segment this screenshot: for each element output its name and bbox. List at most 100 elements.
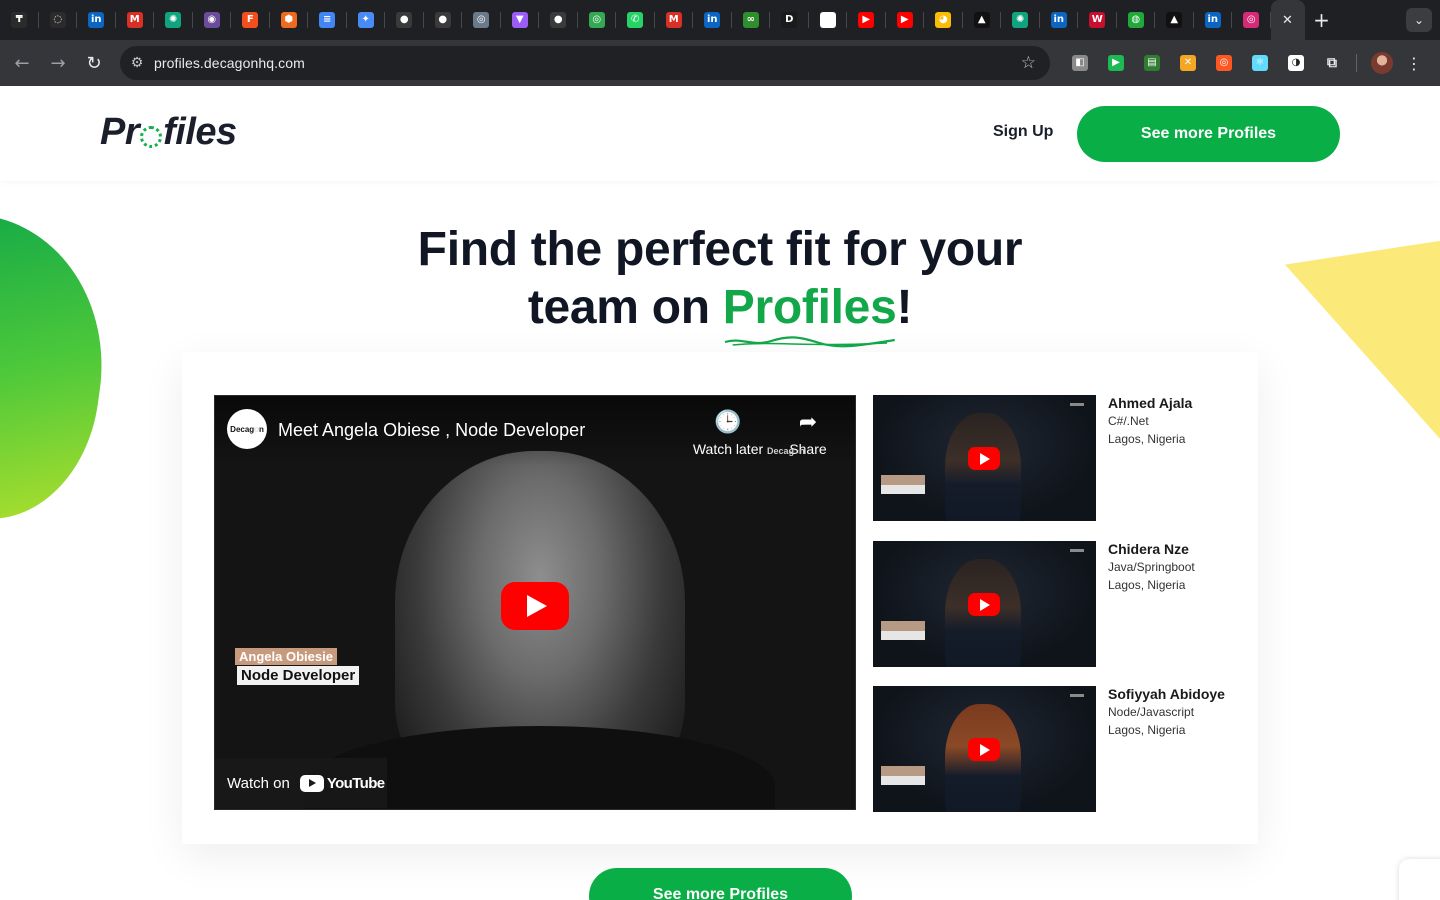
youtube-play-icon — [299, 774, 324, 792]
browser-tab[interactable]: D — [770, 0, 809, 40]
video-title[interactable]: Meet Angela Obiese , Node Developer — [278, 420, 585, 441]
browser-tab[interactable]: ✆ — [616, 0, 655, 40]
youtube-logo: YouTube — [299, 774, 385, 792]
profile-item[interactable]: Ahmed Ajala C#/.Net Lagos, Nigeria — [873, 395, 1233, 521]
bookmark-star-icon[interactable]: ☆ — [1021, 53, 1036, 73]
channel-avatar[interactable]: Decag◌n — [227, 409, 267, 449]
see-more-profiles-bottom-button[interactable]: See more Profiles — [589, 868, 852, 900]
browser-tab[interactable]: F — [231, 0, 270, 40]
thumbnail-play-icon[interactable] — [968, 447, 1000, 470]
profile-location: Lagos, Nigeria — [1108, 723, 1186, 737]
profile-location: Lagos, Nigeria — [1108, 432, 1186, 446]
browser-tab[interactable]: ◎ — [462, 0, 501, 40]
extension-button[interactable]: ▤ — [1134, 46, 1170, 80]
profile-stack: Java/Springboot — [1108, 560, 1195, 574]
browser-tab[interactable]: ⬢ — [270, 0, 309, 40]
package-icon: ⬢ — [280, 12, 297, 28]
threads-icon: ₸ — [11, 12, 28, 28]
browser-tab[interactable]: ▼ — [501, 0, 540, 40]
close-tab-icon[interactable]: ✕ — [1280, 12, 1296, 28]
extensions-bar: ◧ ▶ ▤ ✕ ◎ ⚛ ◑ ⧉ ⋮ — [1062, 46, 1429, 80]
app-icon: ◎ — [588, 12, 605, 28]
thumbnail-play-icon[interactable] — [968, 738, 1000, 761]
browser-tab[interactable]: ≡ — [308, 0, 347, 40]
thumbnail-role-tag — [881, 776, 925, 785]
extension-icon: ▤ — [1144, 55, 1160, 71]
browser-tab[interactable]: ● — [424, 0, 463, 40]
browser-tab[interactable]: in — [693, 0, 732, 40]
browser-tab[interactable]: ₸ — [0, 0, 39, 40]
browser-tab[interactable]: ▲ — [963, 0, 1002, 40]
browser-tab[interactable]: ▲ — [1155, 0, 1194, 40]
active-tab[interactable]: ✕ — [1270, 0, 1305, 40]
profile-stack: Node/Javascript — [1108, 705, 1195, 719]
browser-tab[interactable]: ◎ — [578, 0, 617, 40]
browser-tab[interactable]: ✺ — [1001, 0, 1040, 40]
browser-tab[interactable]: ▶ — [886, 0, 925, 40]
hero-heading: Find the perfect fit for your team on Pr… — [300, 221, 1140, 348]
logo-text-end: files — [163, 111, 237, 153]
browser-tab[interactable]: ✦ — [347, 0, 386, 40]
browser-tab[interactable]: ◕ — [924, 0, 963, 40]
extension-button[interactable]: ⚛ — [1242, 46, 1278, 80]
back-button[interactable]: ← — [4, 45, 40, 81]
profile-thumbnail[interactable] — [873, 686, 1096, 812]
browser-tab[interactable]: in — [77, 0, 116, 40]
browser-tab[interactable]: ◍ — [1117, 0, 1156, 40]
profile-thumbnail[interactable] — [873, 541, 1096, 667]
browser-tab[interactable]: ◎ — [1232, 0, 1271, 40]
watch-on-youtube-button[interactable]: Watch on YouTube — [215, 758, 387, 808]
extension-button[interactable]: ✕ — [1170, 46, 1206, 80]
tab-search-button[interactable]: ⌄ — [1406, 8, 1432, 32]
profiles-logo[interactable]: Pr files — [100, 111, 237, 154]
extension-button[interactable]: ▶ — [1098, 46, 1134, 80]
browser-tab[interactable]: ▶ — [847, 0, 886, 40]
chrome-icon: ◕ — [935, 12, 952, 28]
browser-tab[interactable]: in — [1040, 0, 1079, 40]
app-icon: ∞ — [742, 12, 759, 28]
extension-button[interactable]: ◧ — [1062, 46, 1098, 80]
browser-tab[interactable]: ● — [385, 0, 424, 40]
profile-stack: C#/.Net — [1108, 414, 1149, 428]
browser-tab[interactable]: ◉ — [193, 0, 232, 40]
youtube-icon: ▶ — [858, 12, 875, 28]
profile-name[interactable]: Sofiyyah Abidoye — [1108, 686, 1225, 702]
watch-later-button[interactable]: 🕒 Watch later — [688, 410, 768, 457]
sign-up-link[interactable]: Sign Up — [993, 123, 1053, 141]
see-more-profiles-button[interactable]: See more Profiles — [1077, 106, 1340, 162]
profile-avatar[interactable] — [1371, 52, 1393, 74]
figma-icon: F — [242, 12, 259, 28]
site-settings-icon[interactable]: ⚙ — [120, 55, 154, 71]
address-bar[interactable]: ⚙ profiles.decagonhq.com ☆ — [120, 46, 1050, 80]
reload-button[interactable]: ↻ — [76, 45, 112, 81]
new-tab-button[interactable]: + — [1305, 0, 1339, 40]
profiles-card: Decag◌n Meet Angela Obiese , Node Develo… — [182, 352, 1258, 844]
profile-name[interactable]: Ahmed Ajala — [1108, 395, 1192, 411]
browser-tab[interactable]: M — [655, 0, 694, 40]
browser-tab[interactable]: ∞ — [732, 0, 771, 40]
floating-widget[interactable] — [1399, 859, 1440, 900]
extension-icon: ◎ — [1216, 55, 1232, 71]
video-play-button[interactable] — [501, 582, 569, 630]
browser-tab[interactable]: in — [1194, 0, 1233, 40]
profile-item[interactable]: Chidera Nze Java/Springboot Lagos, Niger… — [873, 541, 1233, 667]
browser-tab[interactable]: N — [809, 0, 848, 40]
hero-accent-text: Profiles — [722, 281, 897, 334]
browser-tab[interactable]: M — [116, 0, 155, 40]
forward-button[interactable]: → — [40, 45, 76, 81]
extensions-puzzle-icon[interactable]: ⧉ — [1314, 46, 1350, 80]
extension-button[interactable]: ◑ — [1278, 46, 1314, 80]
profile-name[interactable]: Chidera Nze — [1108, 541, 1189, 557]
extension-button[interactable]: ◎ — [1206, 46, 1242, 80]
thumbnail-play-icon[interactable] — [968, 593, 1000, 616]
url-text[interactable]: profiles.decagonhq.com — [154, 55, 305, 71]
browser-menu-icon[interactable]: ⋮ — [1399, 54, 1429, 73]
profile-thumbnail[interactable] — [873, 395, 1096, 521]
browser-tab[interactable]: ✺ — [154, 0, 193, 40]
browser-tab[interactable]: W — [1078, 0, 1117, 40]
profile-item[interactable]: Sofiyyah Abidoye Node/Javascript Lagos, … — [873, 686, 1233, 812]
d-icon: D — [781, 12, 798, 28]
browser-tab[interactable]: ● — [539, 0, 578, 40]
browser-tab[interactable]: ◌ — [39, 0, 78, 40]
featured-video-player[interactable]: Decag◌n Meet Angela Obiese , Node Develo… — [214, 395, 856, 810]
